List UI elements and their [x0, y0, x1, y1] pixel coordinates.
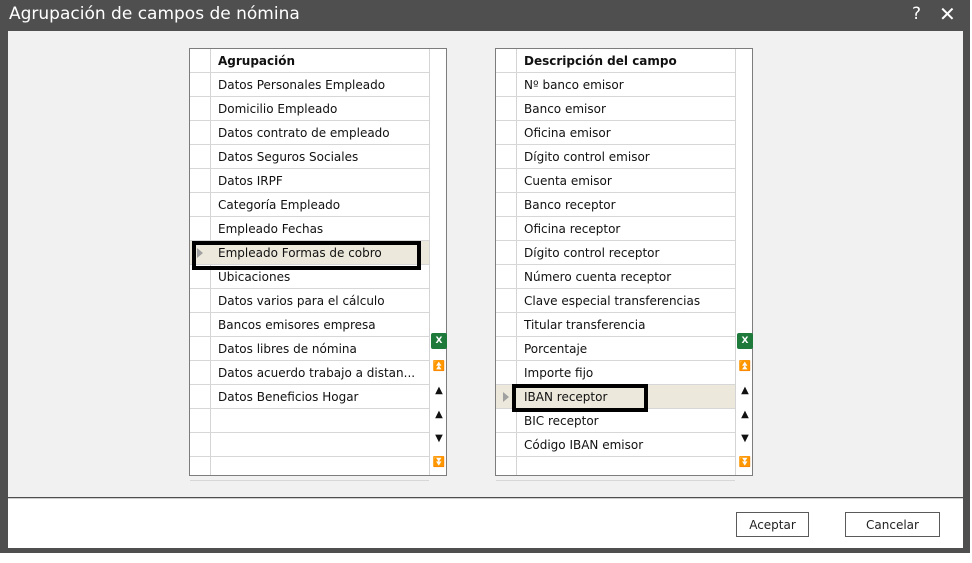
scroll-first-icon[interactable]: ⏫ — [430, 357, 448, 377]
scroll-page-down-icon[interactable]: ⏬ — [736, 453, 754, 473]
row-label: Datos Beneficios Hogar — [218, 390, 359, 404]
row-label: Categoría Empleado — [218, 198, 341, 212]
row-label: Cuenta emisor — [524, 174, 612, 188]
dialog-window: Agrupación de campos de nómina ? ✕ Agrup… — [0, 0, 970, 553]
row-label: Clave especial transferencias — [524, 294, 701, 308]
table-row[interactable]: IBAN receptor — [496, 385, 735, 409]
help-icon[interactable]: ? — [912, 4, 921, 24]
table-row[interactable]: Empleado Formas de cobro — [190, 241, 429, 265]
dialog-title: Agrupación de campos de nómina — [9, 4, 300, 24]
descripcion-campo-grid: Descripción del campo Nº banco emisor Ban… — [495, 48, 754, 481]
agrupacion-grid: Agrupación Datos Personales Empleado Domi… — [189, 48, 448, 481]
cancel-button[interactable]: Cancelar — [845, 512, 940, 537]
row-label: Titular transferencia — [524, 318, 646, 332]
table-row[interactable]: Datos contrato de empleado — [190, 121, 429, 145]
scroll-up-icon[interactable]: ▲ — [430, 405, 448, 425]
table-row[interactable]: Ubicaciones — [190, 265, 429, 289]
table-row[interactable]: Dígito control emisor — [496, 145, 735, 169]
table-row[interactable]: Código IBAN emisor — [496, 433, 735, 457]
scroll-up-icon[interactable]: ▲ — [736, 405, 754, 425]
table-row[interactable]: Banco receptor — [496, 193, 735, 217]
scroll-down-icon[interactable]: ▼ — [430, 429, 448, 449]
table-row[interactable] — [496, 457, 735, 481]
row-label: Porcentaje — [524, 342, 588, 356]
table-row[interactable] — [190, 409, 429, 433]
table-row[interactable]: Oficina emisor — [496, 121, 735, 145]
current-row-indicator-icon — [197, 248, 203, 258]
table-row[interactable]: Importe fijo — [496, 361, 735, 385]
row-label: Banco receptor — [524, 198, 616, 212]
scroll-down-icon[interactable]: ▼ — [736, 429, 754, 449]
table-row[interactable] — [190, 433, 429, 457]
table-row[interactable]: Datos libres de nómina — [190, 337, 429, 361]
row-label: Empleado Formas de cobro — [218, 246, 382, 260]
table-row[interactable]: Oficina receptor — [496, 217, 735, 241]
scroll-page-up-icon[interactable]: ▲ — [430, 381, 448, 401]
table-row[interactable]: Empleado Fechas — [190, 217, 429, 241]
title-bar[interactable]: Agrupación de campos de nómina ? ✕ — [0, 0, 970, 30]
row-label: Oficina emisor — [524, 126, 611, 140]
table-row[interactable]: Clave especial transferencias — [496, 289, 735, 313]
accept-button[interactable]: Aceptar — [736, 512, 809, 537]
row-label: Oficina receptor — [524, 222, 621, 236]
scroll-page-up-icon[interactable]: ▲ — [736, 381, 754, 401]
table-row[interactable]: Datos Seguros Sociales — [190, 145, 429, 169]
table-row[interactable]: Domicilio Empleado — [190, 97, 429, 121]
table-row[interactable]: Porcentaje — [496, 337, 735, 361]
dialog-body: Agrupación Datos Personales Empleado Domi… — [8, 31, 963, 497]
current-row-indicator-icon — [503, 392, 509, 402]
row-label: Datos libres de nómina — [218, 342, 357, 356]
table-row[interactable]: Cuenta emisor — [496, 169, 735, 193]
row-label: Bancos emisores empresa — [218, 318, 376, 332]
row-label: Código IBAN emisor — [524, 438, 644, 452]
row-label: Datos Seguros Sociales — [218, 150, 359, 164]
table-row[interactable]: Nº banco emisor — [496, 73, 735, 97]
row-label: Dígito control receptor — [524, 246, 660, 260]
table-row[interactable]: Categoría Empleado — [190, 193, 429, 217]
table-row[interactable]: Datos varios para el cálculo — [190, 289, 429, 313]
row-label: Datos varios para el cálculo — [218, 294, 385, 308]
excel-export-icon[interactable]: X — [737, 333, 753, 349]
row-label: Datos acuerdo trabajo a distan... — [218, 366, 416, 380]
close-icon[interactable]: ✕ — [939, 2, 956, 26]
table-row[interactable]: Datos Personales Empleado — [190, 73, 429, 97]
scroll-page-down-icon[interactable]: ⏬ — [430, 453, 448, 473]
table-row[interactable]: Número cuenta receptor — [496, 265, 735, 289]
row-label: Domicilio Empleado — [218, 102, 338, 116]
row-label: Datos contrato de empleado — [218, 126, 390, 140]
row-label: Datos Personales Empleado — [218, 78, 386, 92]
table-row[interactable]: Titular transferencia — [496, 313, 735, 337]
excel-export-icon[interactable]: X — [431, 333, 447, 349]
row-label: BIC receptor — [524, 414, 599, 428]
table-row[interactable]: Bancos emisores empresa — [190, 313, 429, 337]
table-row[interactable] — [190, 457, 429, 481]
row-label: Empleado Fechas — [218, 222, 324, 236]
row-label: Datos IRPF — [218, 174, 283, 188]
table-row[interactable]: Datos IRPF — [190, 169, 429, 193]
row-label: Dígito control emisor — [524, 150, 650, 164]
table-row[interactable]: Banco emisor — [496, 97, 735, 121]
scroll-first-icon[interactable]: ⏫ — [736, 357, 754, 377]
table-row[interactable]: Dígito control receptor — [496, 241, 735, 265]
table-row[interactable]: Datos acuerdo trabajo a distan... — [190, 361, 429, 385]
column-header-descripcion[interactable]: Descripción del campo — [496, 49, 735, 73]
dialog-footer: Aceptar Cancelar — [8, 498, 963, 548]
table-row[interactable]: Datos Beneficios Hogar — [190, 385, 429, 409]
row-label: Número cuenta receptor — [524, 270, 672, 284]
table-row[interactable]: BIC receptor — [496, 409, 735, 433]
row-label: Nº banco emisor — [524, 78, 624, 92]
column-header-agrupacion[interactable]: Agrupación — [190, 49, 429, 73]
row-label: Ubicaciones — [218, 270, 291, 284]
row-label: IBAN receptor — [524, 390, 608, 404]
row-label: Importe fijo — [524, 366, 594, 380]
row-label: Banco emisor — [524, 102, 606, 116]
